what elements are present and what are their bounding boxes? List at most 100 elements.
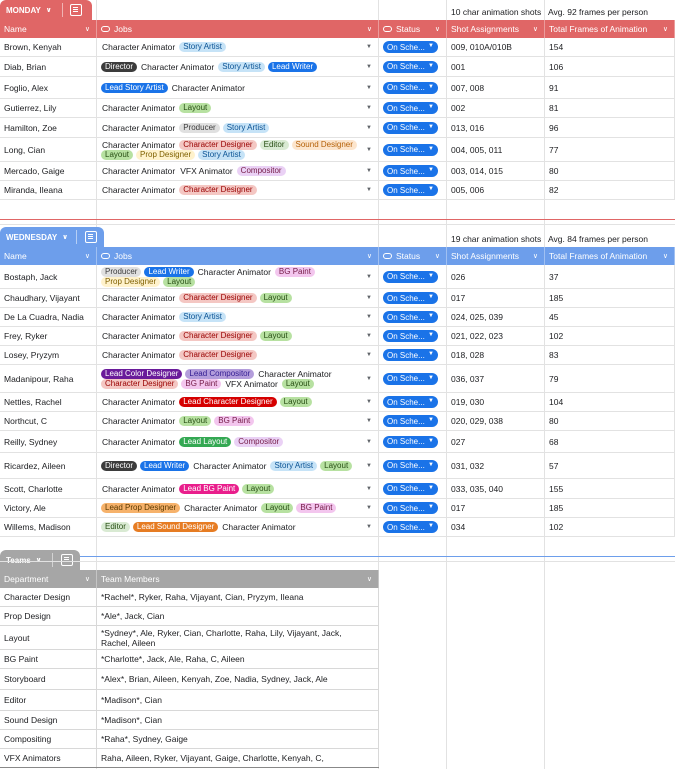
table-row[interactable]: Foglio, Alex Lead Story Artist Character A… [0, 77, 675, 99]
shot-assignments-cell[interactable]: 004, 005, 011 [447, 138, 545, 161]
team-row[interactable]: BG Paint *Charlotte*, Jack, Ale, Raha, C,… [0, 650, 379, 669]
table-row[interactable]: Hamilton, Zoe Character Animator Producer S… [0, 118, 675, 138]
name-cell[interactable]: Hamilton, Zoe [0, 118, 97, 137]
total-frames-cell[interactable]: 80 [545, 162, 675, 180]
dropdown-arrow-icon[interactable]: ▼ [366, 503, 372, 513]
dropdown-arrow-icon[interactable]: ▼ [428, 104, 434, 110]
team-row[interactable]: Layout *Sydney*, Ale, Ryker, Cian, Charlo… [0, 626, 379, 650]
dropdown-arrow-icon[interactable]: ▼ [428, 167, 434, 173]
jobs-cell[interactable]: Character Animator Character Designer ▼ [97, 181, 379, 199]
dropdown-arrow-icon[interactable]: ▼ [428, 438, 434, 444]
status-chip[interactable]: On Sche... ▼ [383, 41, 438, 53]
header-status[interactable]: Status ∨ [379, 20, 447, 38]
team-row[interactable]: Sound Design *Madison*, Cian [0, 711, 379, 730]
team-members-cell[interactable]: *Raha*, Sydney, Gaige [97, 730, 379, 748]
status-chip[interactable]: On Sche... ▼ [383, 330, 438, 342]
jobs-cell[interactable]: Lead Color Designer Lead Compositor Charac… [97, 365, 379, 392]
chevron-down-icon[interactable]: ∨ [36, 556, 42, 564]
table-row[interactable]: Victory, Ale Lead Prop Designer Character … [0, 499, 675, 518]
jobs-cell[interactable]: Character Animator Lead BG Paint Layout ▼ [97, 479, 379, 498]
jobs-cell[interactable]: Character Animator Character Designer Layo… [97, 289, 379, 307]
shot-assignments-cell[interactable]: 018, 028 [447, 346, 545, 364]
dropdown-arrow-icon[interactable]: ▼ [366, 484, 372, 494]
jobs-cell[interactable]: Director Lead Writer Character Animator Sto… [97, 453, 379, 478]
team-members-cell[interactable]: Raha, Aileen, Ryker, Vijayant, Gaige, Ch… [97, 749, 379, 767]
jobs-cell[interactable]: Character Animator Lead Layout Compositor ▼ [97, 431, 379, 452]
name-cell[interactable]: Willems, Madison [0, 518, 97, 536]
dropdown-arrow-icon[interactable]: ▼ [366, 416, 372, 426]
dropdown-arrow-icon[interactable]: ▼ [366, 293, 372, 303]
name-cell[interactable]: Miranda, Ileana [0, 181, 97, 199]
jobs-cell[interactable]: Lead Story Artist Character Animator ▼ [97, 77, 379, 98]
dropdown-arrow-icon[interactable]: ▼ [428, 485, 434, 491]
shot-assignments-cell[interactable]: 031, 032 [447, 453, 545, 478]
total-frames-cell[interactable]: 104 [545, 393, 675, 411]
department-cell[interactable]: Sound Design [0, 711, 97, 729]
dropdown-arrow-icon[interactable]: ▼ [366, 312, 372, 322]
status-cell[interactable]: On Sche... ▼ [379, 77, 447, 98]
status-chip[interactable]: On Sche... ▼ [383, 372, 438, 385]
name-cell[interactable]: Gutierrez, Lily [0, 99, 97, 117]
status-cell[interactable]: On Sche... ▼ [379, 479, 447, 498]
status-chip[interactable]: On Sche... ▼ [383, 311, 438, 323]
status-chip[interactable]: On Sche... ▼ [383, 459, 438, 472]
shot-assignments-cell[interactable]: 026 [447, 265, 545, 288]
dropdown-arrow-icon[interactable]: ▼ [366, 461, 372, 471]
header-shot-assignments[interactable]: Shot Assignments ∨ [447, 20, 545, 38]
name-cell[interactable]: Foglio, Alex [0, 77, 97, 98]
table-row[interactable]: Scott, Charlotte Character Animator Lead B… [0, 479, 675, 499]
name-cell[interactable]: Bostaph, Jack [0, 265, 97, 288]
header-shot-assignments[interactable]: Shot Assignments ∨ [447, 247, 545, 265]
status-chip[interactable]: On Sche... ▼ [383, 143, 438, 156]
total-frames-cell[interactable]: 185 [545, 289, 675, 307]
total-frames-cell[interactable]: 102 [545, 518, 675, 536]
shot-assignments-cell[interactable]: 001 [447, 57, 545, 76]
shot-assignments-cell[interactable]: 034 [447, 518, 545, 536]
team-row[interactable]: Storyboard *Alex*, Brian, Aileen, Kenyah,… [0, 669, 379, 690]
jobs-cell[interactable]: Character Animator Producer Story Artist ▼ [97, 118, 379, 137]
name-cell[interactable]: Losey, Pryzym [0, 346, 97, 364]
chevron-down-icon[interactable]: ∨ [85, 575, 90, 583]
jobs-cell[interactable]: Director Character Animator Story Artist Le… [97, 57, 379, 76]
total-frames-cell[interactable]: 83 [545, 346, 675, 364]
dropdown-arrow-icon[interactable]: ▼ [366, 331, 372, 341]
shot-assignments-cell[interactable]: 003, 014, 015 [447, 162, 545, 180]
team-row[interactable]: Character Design *Rachel*, Ryker, Raha, V… [0, 588, 379, 607]
dropdown-arrow-icon[interactable]: ▼ [428, 375, 434, 381]
status-cell[interactable]: On Sche... ▼ [379, 118, 447, 137]
dropdown-arrow-icon[interactable]: ▼ [366, 145, 372, 155]
total-frames-cell[interactable]: 185 [545, 499, 675, 517]
table-row[interactable]: Diab, Brian Director Character Animator Sto… [0, 57, 675, 77]
header-jobs[interactable]: Jobs ∨ [97, 247, 379, 265]
shot-assignments-cell[interactable]: 024, 025, 039 [447, 308, 545, 326]
total-frames-cell[interactable]: 79 [545, 365, 675, 392]
status-cell[interactable]: On Sche... ▼ [379, 289, 447, 307]
chevron-down-icon[interactable]: ∨ [367, 575, 372, 583]
chevron-down-icon[interactable]: ∨ [85, 252, 90, 260]
header-name[interactable]: Name ∨ [0, 247, 97, 265]
status-cell[interactable]: On Sche... ▼ [379, 181, 447, 199]
name-cell[interactable]: Nettles, Rachel [0, 393, 97, 411]
table-row[interactable]: Losey, Pryzym Character Animator Character… [0, 346, 675, 365]
department-cell[interactable]: Layout [0, 626, 97, 649]
shot-assignments-cell[interactable]: 033, 035, 040 [447, 479, 545, 498]
status-chip[interactable]: On Sche... ▼ [383, 102, 438, 114]
department-cell[interactable]: VFX Animators [0, 749, 97, 767]
dropdown-arrow-icon[interactable]: ▼ [428, 462, 434, 468]
chevron-down-icon[interactable]: ∨ [663, 25, 668, 33]
header-status[interactable]: Status ∨ [379, 247, 447, 265]
status-chip[interactable]: On Sche... ▼ [383, 482, 438, 495]
name-cell[interactable]: Brown, Kenyah [0, 38, 97, 56]
status-cell[interactable]: On Sche... ▼ [379, 327, 447, 345]
header-department[interactable]: Department ∨ [0, 570, 97, 588]
status-cell[interactable]: On Sche... ▼ [379, 453, 447, 478]
total-frames-cell[interactable]: 45 [545, 308, 675, 326]
dropdown-arrow-icon[interactable]: ▼ [428, 186, 434, 192]
status-cell[interactable]: On Sche... ▼ [379, 346, 447, 364]
department-cell[interactable]: Editor [0, 690, 97, 710]
dropdown-arrow-icon[interactable]: ▼ [366, 166, 372, 176]
dropdown-arrow-icon[interactable]: ▼ [366, 522, 372, 532]
jobs-cell[interactable]: Editor Lead Sound Designer Character Anima… [97, 518, 379, 536]
status-cell[interactable]: On Sche... ▼ [379, 308, 447, 326]
header-jobs[interactable]: Jobs ∨ [97, 20, 379, 38]
